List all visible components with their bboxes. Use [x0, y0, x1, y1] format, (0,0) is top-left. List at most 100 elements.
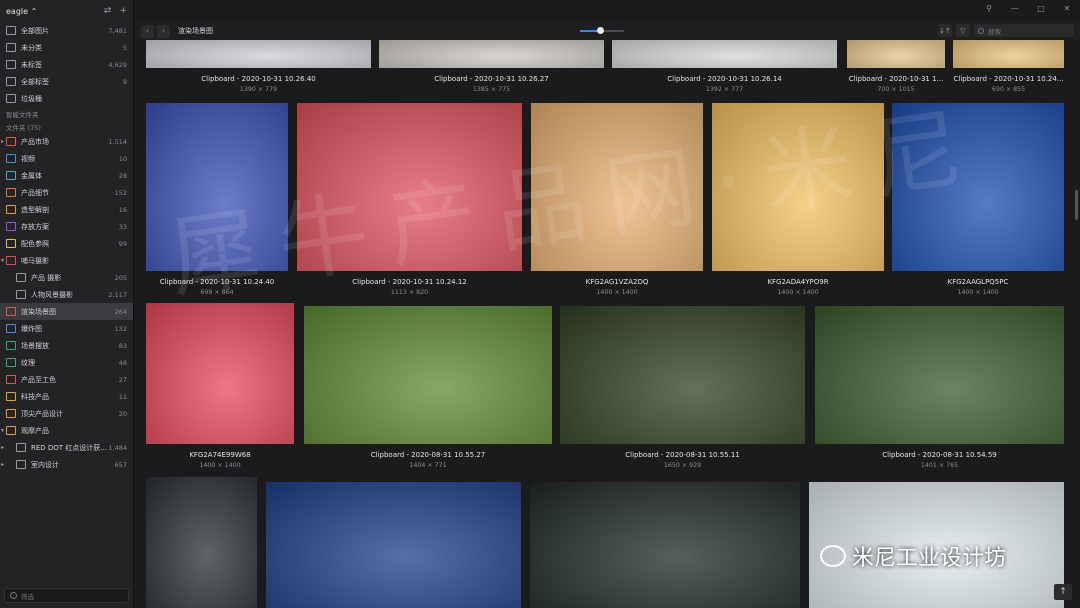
sidebar-item[interactable]: 金属体 28 [0, 167, 133, 184]
sidebar-item[interactable]: 爆炸图 132 [0, 320, 133, 337]
sidebar-item[interactable]: 产品 摄影 205 [0, 269, 133, 286]
image-name: Clipboard - 2020-08-31 10.55.27 [370, 451, 486, 459]
image-thumbnail[interactable] [379, 40, 604, 68]
image-thumbnail[interactable] [953, 40, 1064, 68]
sidebar-item[interactable]: ▾ 观摩产品 [0, 422, 133, 439]
image-tile[interactable] [530, 482, 800, 608]
image-thumbnail[interactable] [560, 306, 805, 444]
image-tile[interactable] [146, 477, 257, 608]
sidebar-item[interactable]: 渲染场景图 264 [0, 303, 133, 320]
sidebar-item-count: 11 [118, 392, 127, 401]
maximize-button[interactable]: □ [1028, 0, 1054, 18]
sidebar-item-count: 132 [114, 324, 127, 333]
sidebar-item-label: 金属体 [21, 171, 42, 180]
search-input[interactable]: 搜索 [974, 24, 1074, 37]
sort-icon[interactable]: ↓↑ [938, 24, 952, 37]
smart-folders-heading[interactable]: 智能文件夹 [0, 107, 133, 120]
sidebar-item[interactable]: ▸ 产品市场 1,514 [0, 133, 133, 150]
sidebar-item[interactable]: 纹理 46 [0, 354, 133, 371]
thumbnail-size-slider[interactable] [580, 27, 624, 34]
sidebar-item[interactable]: 全部标签 9 [0, 73, 133, 90]
folders-heading[interactable]: 文件夹 (75) [0, 120, 133, 133]
image-tile[interactable]: Clipboard - 2020-10-31 10.26.40 1390 × 77… [146, 40, 371, 94]
filter-icon[interactable]: ▽ [956, 24, 970, 37]
image-tile[interactable]: Clipboard - 2020-10-31 10.24... 690 × 855 [953, 40, 1064, 94]
back-to-top-button[interactable]: ↑ [1054, 584, 1072, 600]
image-tile[interactable]: Clipboard - 2020-08-31 10.55.27 1404 × 77… [304, 306, 552, 470]
image-tile[interactable]: Clipboard - 2020-10-31 10.26.14 1392 × 77… [612, 40, 837, 94]
image-thumbnail[interactable] [146, 303, 294, 444]
sidebar-item[interactable]: 未分类 5 [0, 39, 133, 56]
sidebar-item[interactable]: 视频 10 [0, 150, 133, 167]
image-tile[interactable]: KFG2A74E99W68 1400 × 1400 [146, 303, 294, 470]
expand-caret-icon[interactable]: ▸ [1, 444, 4, 451]
image-tile[interactable]: Clipboard - 2020-10-31 10.24.40 699 × 864 [146, 103, 288, 297]
image-dimensions: 1400 × 1400 [957, 289, 999, 296]
sidebar-item-label: 爆炸图 [21, 324, 42, 333]
image-thumbnail[interactable] [146, 40, 371, 68]
image-thumbnail[interactable] [712, 103, 884, 271]
sidebar-item[interactable]: 产品至工色 27 [0, 371, 133, 388]
image-thumbnail[interactable] [530, 482, 800, 608]
image-tile[interactable]: KFG2AG1VZA2DQ 1400 × 1400 [531, 103, 703, 297]
sidebar-item[interactable]: 未标签 4,629 [0, 56, 133, 73]
image-dimensions: 690 × 855 [991, 86, 1026, 93]
image-thumbnail[interactable] [847, 40, 945, 68]
image-tile[interactable]: KFG2AAGLPQ5PC 1400 × 1400 [892, 103, 1064, 297]
slider-knob[interactable] [596, 27, 604, 34]
image-name: KFG2AAGLPQ5PC [947, 278, 1009, 286]
sidebar-item[interactable]: ▸ 室内设计 657 [0, 456, 133, 473]
sidebar-item-count: 2,117 [108, 290, 127, 299]
image-thumbnail[interactable] [146, 103, 288, 271]
minimize-button[interactable]: — [1002, 0, 1028, 18]
image-thumbnail[interactable] [612, 40, 837, 68]
sidebar-item[interactable]: 全部图片 7,481 [0, 22, 133, 39]
image-thumbnail[interactable] [531, 103, 703, 271]
add-icon[interactable]: + [119, 6, 127, 16]
sidebar-item-label: 产品市场 [21, 137, 49, 146]
image-thumbnail[interactable] [304, 306, 552, 444]
sidebar-item[interactable]: 配色参照 99 [0, 235, 133, 252]
expand-caret-icon[interactable]: ▸ [1, 461, 4, 468]
expand-caret-icon[interactable]: ▾ [1, 427, 4, 434]
pin-icon[interactable]: ⚲ [976, 0, 1002, 18]
sidebar-item-count: 83 [118, 341, 127, 350]
sidebar-item[interactable]: ▾ 哺马摄影 [0, 252, 133, 269]
sidebar-item[interactable]: 科技产品 11 [0, 388, 133, 405]
image-tile[interactable]: Clipboard - 2020-10-31 10.24.12 1113 × 82… [297, 103, 522, 297]
sidebar-item[interactable]: 垃圾桶 [0, 90, 133, 107]
forward-button[interactable]: › [157, 24, 170, 38]
sidebar-item-label: 产品至工色 [21, 375, 56, 384]
sidebar-item[interactable]: 存放方案 33 [0, 218, 133, 235]
image-tile[interactable]: Clipboard - 2020-08-31 10.54.59 1401 × 76… [815, 306, 1064, 470]
image-thumbnail[interactable] [266, 482, 521, 608]
sidebar-item[interactable]: ▸ RED DOT 红点设计获... 1,484 [0, 439, 133, 456]
image-tile[interactable]: KFG2ADA4YPO9R 1400 × 1400 [712, 103, 884, 297]
folder-icon [16, 443, 26, 452]
sidebar-item[interactable]: 人物风景摄影 2,117 [0, 286, 133, 303]
expand-caret-icon[interactable]: ▾ [1, 257, 4, 264]
image-tile[interactable]: Clipboard - 2020-10-31 10.26.27 1385 × 77… [379, 40, 604, 94]
expand-caret-icon[interactable]: ▸ [1, 138, 4, 145]
sync-icon[interactable]: ⇄ [104, 6, 112, 16]
sidebar-item[interactable]: 场景摆放 83 [0, 337, 133, 354]
sidebar-item[interactable]: 产品细节 152 [0, 184, 133, 201]
sidebar-item-count: 152 [114, 188, 127, 197]
image-tile[interactable] [266, 482, 521, 608]
image-tile[interactable]: Clipboard - 2020-10-31 1... 700 × 1015 [847, 40, 945, 94]
image-tile[interactable]: Clipboard - 2020-08-31 10.55.11 1650 × 92… [560, 306, 805, 470]
image-thumbnail[interactable] [297, 103, 522, 271]
image-thumbnail[interactable] [815, 306, 1064, 444]
close-button[interactable]: ✕ [1054, 0, 1080, 18]
sidebar-item-label: 纹理 [21, 358, 35, 367]
back-button[interactable]: ‹ [141, 24, 154, 38]
image-thumbnail[interactable] [892, 103, 1064, 271]
library-switcher[interactable]: eagle ⌃ [6, 7, 37, 16]
folder-filter-input[interactable]: 筛选 [4, 588, 129, 603]
sidebar-item[interactable]: 造型解剖 16 [0, 201, 133, 218]
sidebar-item-label: 观摩产品 [21, 426, 49, 435]
image-thumbnail[interactable] [146, 477, 257, 608]
sidebar-item[interactable]: 顶尖产品设计 20 [0, 405, 133, 422]
image-dimensions: 699 × 864 [200, 289, 234, 296]
scrollbar[interactable] [1075, 190, 1078, 220]
